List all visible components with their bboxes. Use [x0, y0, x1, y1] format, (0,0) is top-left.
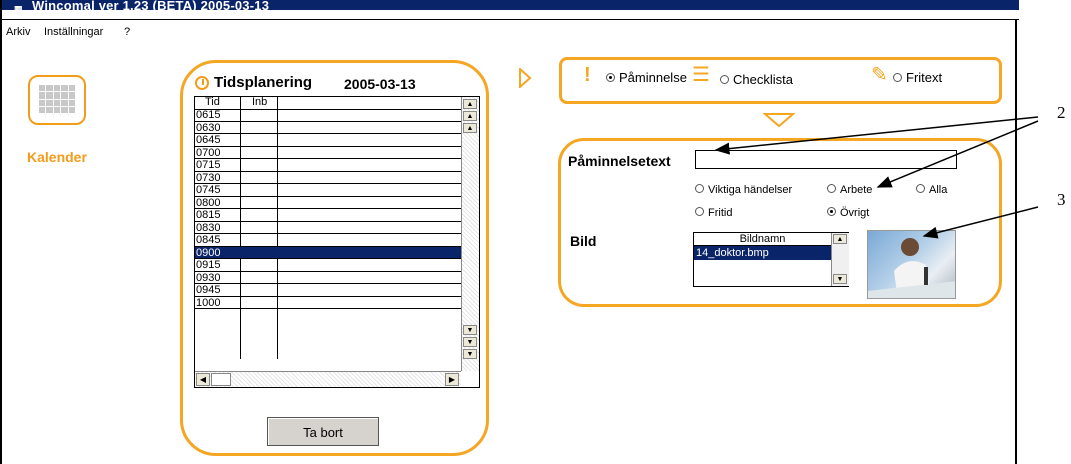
callout-arrows — [714, 116, 1039, 239]
callout-3: 3 — [1057, 190, 1066, 209]
callout-2: 2 — [1057, 103, 1066, 122]
